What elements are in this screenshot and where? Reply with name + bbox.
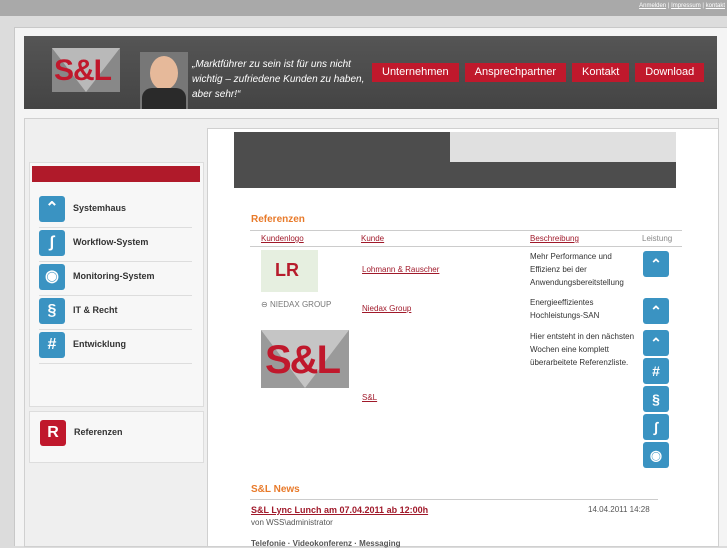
divider	[250, 246, 682, 247]
nav-kontakt[interactable]: Kontakt	[571, 63, 630, 82]
paragraph-icon[interactable]: §	[643, 386, 669, 412]
divider	[250, 230, 682, 231]
sidebar-item-it-recht[interactable]: § IT & Recht	[39, 295, 192, 330]
r-icon: R	[40, 420, 66, 446]
sidebar-item-monitoring[interactable]: ◉ Monitoring-System	[39, 261, 192, 296]
workflow-icon[interactable]: ∫	[643, 414, 669, 440]
up-chevrons-icon[interactable]: ⌃	[643, 298, 669, 324]
sidebar-header-bar	[32, 166, 200, 182]
eye-icon: ◉	[39, 264, 65, 290]
main-nav: Unternehmen Ansprechpartner Kontakt Down…	[372, 63, 705, 82]
up-chevrons-icon[interactable]: ⌃	[643, 251, 669, 277]
col-beschreibung[interactable]: Beschreibung	[530, 234, 579, 243]
news-date: 14.04.2011 14:28	[588, 505, 650, 514]
top-links: Anmelden | Impressum | kontakt	[639, 3, 725, 9]
hash-icon[interactable]: #	[643, 358, 669, 384]
kunde-link[interactable]: Lohmann & Rauscher	[362, 265, 439, 274]
eye-icon[interactable]: ◉	[643, 442, 669, 468]
col-kunde[interactable]: Kunde	[361, 234, 384, 243]
news-heading: S&L News	[251, 484, 300, 495]
hash-icon: #	[39, 332, 65, 358]
sidebar-item-systemhaus[interactable]: ⌃ Systemhaus	[39, 193, 192, 228]
kunde-link[interactable]: S&L	[362, 393, 377, 402]
lohmann-rauscher-logo: LR	[261, 250, 318, 292]
kunde-link[interactable]: Niedax Group	[362, 304, 411, 313]
nav-download[interactable]: Download	[635, 63, 705, 82]
news-author: von WSS\administrator	[251, 518, 333, 527]
divider	[250, 499, 658, 500]
header-quote: „Marktführer zu sein ist für uns nicht w…	[192, 59, 365, 100]
niedax-logo: ⊖ NIEDAX GROUP	[261, 300, 332, 309]
logo[interactable]: S&L	[52, 48, 120, 92]
top-bar	[0, 0, 727, 16]
sidebar-item-workflow[interactable]: ∫ Workflow-System	[39, 227, 192, 262]
col-kundenlogo[interactable]: Kundenlogo	[261, 234, 304, 243]
portrait-image	[140, 52, 188, 109]
sidebar-item-referenzen[interactable]: R Referenzen	[29, 411, 204, 463]
up-chevrons-icon[interactable]: ⌃	[643, 330, 669, 356]
sidebar-item-entwicklung[interactable]: # Entwicklung	[39, 329, 192, 364]
nav-ansprechpartner[interactable]: Ansprechpartner	[464, 63, 566, 82]
up-chevrons-icon: ⌃	[39, 196, 65, 222]
row-description: Hier entsteht in den nächsten Wochen ein…	[530, 332, 635, 367]
paragraph-icon: §	[39, 298, 65, 324]
kontakt-link[interactable]: kontakt	[706, 3, 725, 9]
referenzen-heading: Referenzen	[251, 214, 305, 225]
nav-unternehmen[interactable]: Unternehmen	[372, 63, 459, 82]
news-teaser: Telefonie · Videokonferenz · Messaging	[251, 539, 401, 548]
col-leistung: Leistung	[642, 234, 673, 243]
row-description: Energieeffizientes Hochleistungs-SAN	[530, 298, 600, 320]
main-banner	[234, 132, 676, 188]
login-link[interactable]: Anmelden	[639, 3, 666, 9]
row-description: Mehr Performance und Effizienz bei der A…	[530, 252, 624, 287]
workflow-icon: ∫	[39, 230, 65, 256]
news-item-title[interactable]: S&L Lync Lunch am 07.04.2011 ab 12:00h	[251, 505, 428, 515]
impressum-link[interactable]: Impressum	[671, 3, 701, 9]
sl-logo: S&L	[261, 330, 349, 388]
